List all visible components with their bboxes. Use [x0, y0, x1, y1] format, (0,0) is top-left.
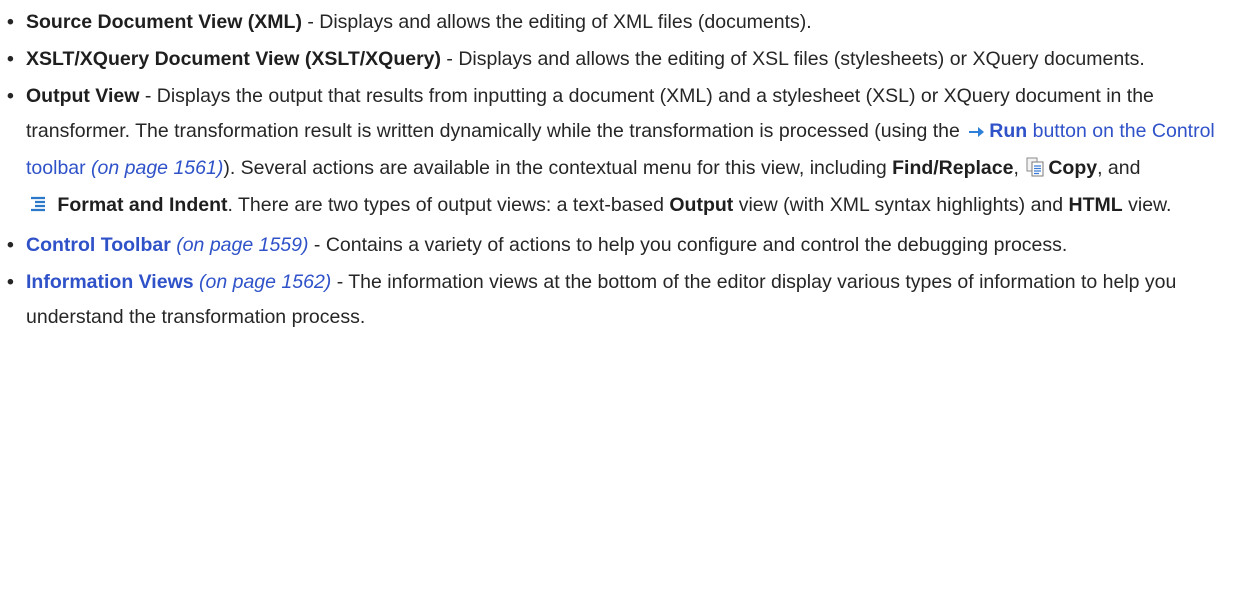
- item-text: ). Several actions are available in the …: [223, 156, 893, 179]
- item-title: Source Document View (XML): [26, 11, 302, 33]
- control-toolbar-link[interactable]: Control Toolbar: [26, 234, 171, 256]
- item-description: - Displays and allows the editing of XML…: [301, 11, 812, 33]
- copy-icon: [1026, 154, 1044, 188]
- list-item-information-views: • Information Views (on page 1562) - The…: [4, 265, 1252, 333]
- format-indent-label: Format and Indent: [57, 194, 228, 217]
- page-reference[interactable]: (on page 1562): [199, 271, 331, 293]
- html-label: HTML: [1068, 194, 1123, 217]
- bullet: •: [7, 11, 14, 33]
- bullet: •: [7, 234, 14, 257]
- run-link[interactable]: Run: [989, 120, 1027, 142]
- find-replace-label: Find/Replace: [892, 156, 1014, 179]
- item-title: Output View: [26, 85, 140, 108]
- page-reference[interactable]: (on page 1561): [91, 157, 223, 179]
- page-reference[interactable]: (on page 1559): [176, 234, 308, 256]
- list-item-output-view: • Output View - Displays the output that…: [4, 79, 1252, 225]
- item-text: ,: [1013, 156, 1025, 179]
- item-title: XSLT/XQuery Document View (XSLT/XQuery): [26, 48, 442, 71]
- format-indent-icon: [28, 191, 48, 225]
- item-description: - Displays and allows the editing of XSL…: [441, 48, 1145, 71]
- bullet: •: [7, 271, 14, 294]
- copy-label: Copy: [1048, 156, 1098, 179]
- list-item-control-toolbar: • Control Toolbar (on page 1559) - Conta…: [4, 228, 1252, 262]
- item-text: view (with XML syntax highlights) and: [733, 194, 1069, 217]
- bullet: •: [7, 48, 14, 71]
- bullet-list: • Source Document View (XML) - Displays …: [4, 5, 1252, 334]
- bullet: •: [7, 85, 14, 108]
- arrow-right-icon: [967, 117, 985, 151]
- item-text: , and: [1097, 156, 1141, 179]
- output-label: Output: [669, 194, 734, 217]
- item-text: view.: [1122, 194, 1172, 217]
- list-item-xslt-view: • XSLT/XQuery Document View (XSLT/XQuery…: [4, 42, 1252, 76]
- list-item-source-view: • Source Document View (XML) - Displays …: [4, 5, 1252, 39]
- information-views-link[interactable]: Information Views: [26, 271, 194, 293]
- document-body: • Source Document View (XML) - Displays …: [0, 0, 1252, 334]
- item-text: . There are two types of output views: a…: [227, 194, 670, 217]
- item-description: - Contains a variety of actions to help …: [308, 234, 1068, 257]
